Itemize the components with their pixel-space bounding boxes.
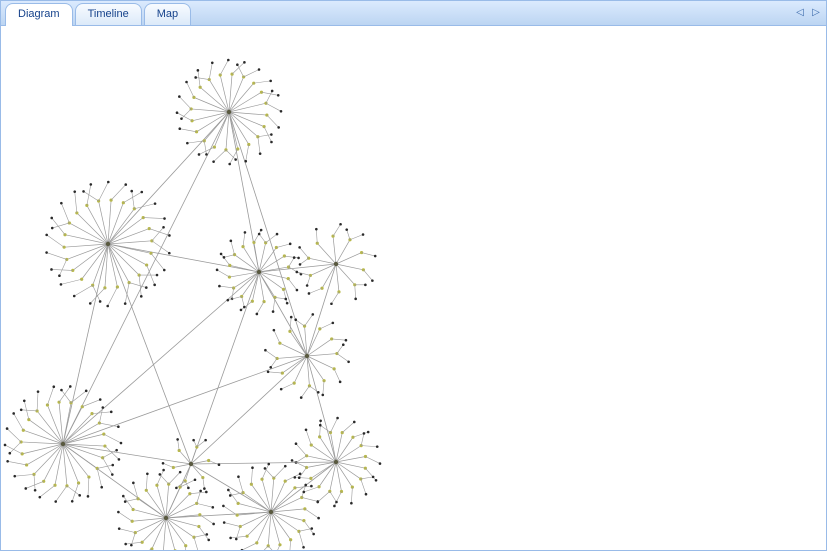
- tab-label: Map: [157, 8, 178, 20]
- tab-label: Timeline: [88, 8, 129, 20]
- tab-scroll-left-button[interactable]: ◁: [794, 5, 806, 19]
- chevron-right-icon: ▷: [812, 7, 820, 18]
- network-graph: [1, 26, 826, 550]
- tab-map[interactable]: Map: [144, 3, 191, 25]
- diagram-canvas[interactable]: [1, 26, 826, 550]
- tab-diagram[interactable]: Diagram: [5, 3, 73, 26]
- tab-label: Diagram: [18, 8, 60, 20]
- tab-timeline[interactable]: Timeline: [75, 3, 142, 25]
- tab-scroll-right-button[interactable]: ▷: [810, 5, 822, 19]
- tab-scroll-controls: ◁ ▷: [794, 5, 822, 19]
- panel: Diagram Timeline Map ◁ ▷: [0, 0, 827, 551]
- chevron-left-icon: ◁: [796, 7, 804, 18]
- tabstrip: Diagram Timeline Map ◁ ▷: [1, 1, 826, 26]
